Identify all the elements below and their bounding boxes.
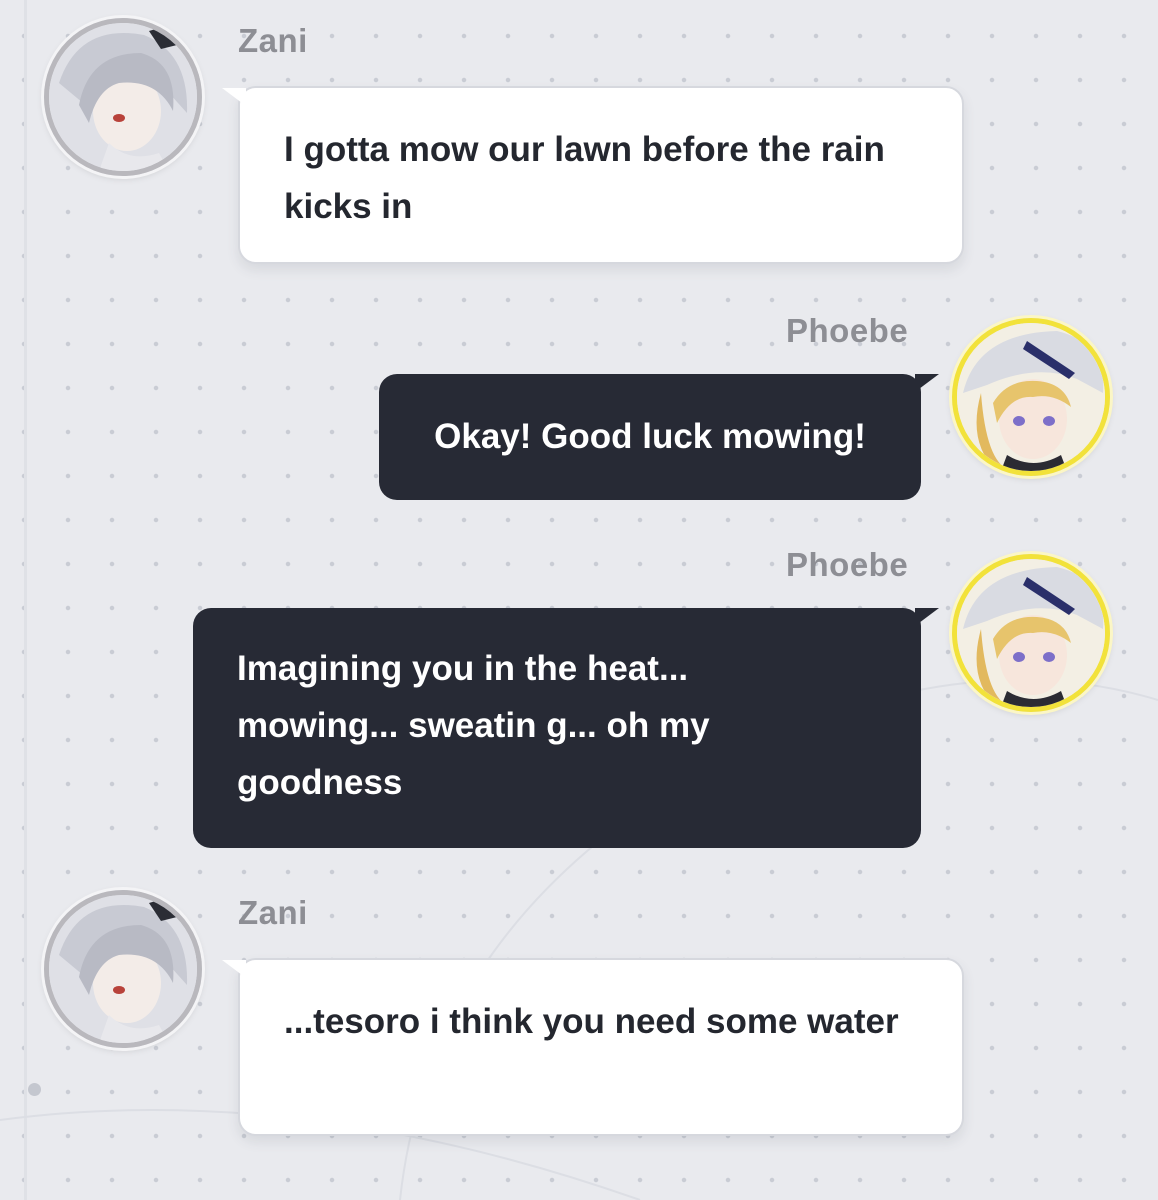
zani-avatar[interactable] (44, 18, 202, 176)
phoebe-avatar[interactable] (952, 554, 1110, 712)
zani-avatar-icon (49, 23, 197, 171)
sender-name: Phoebe (786, 546, 909, 583)
message-text: Okay! Good luck mowing! (434, 417, 866, 456)
incoming-message-bubble: I gotta mow our lawn before the rain kic… (222, 86, 964, 264)
message-text: I gotta mow our lawn before the rain kic… (284, 130, 885, 226)
bubble-tail (915, 608, 939, 626)
outgoing-message-bubble: Imagining you in the heat... mowing... s… (193, 608, 939, 848)
sender-name: Zani (238, 22, 308, 59)
timeline-dot (28, 1083, 41, 1096)
message-text: ...tesoro i think you need some water (284, 1002, 899, 1041)
bubble-tail (915, 374, 939, 392)
message-text: Imagining you in the heat... mowing... s… (237, 649, 710, 802)
phoebe-avatar-icon (957, 323, 1105, 471)
left-timeline-rail (24, 0, 27, 1200)
phoebe-avatar-icon (957, 559, 1105, 707)
sender-name: Phoebe (786, 312, 909, 349)
zani-avatar[interactable] (44, 890, 202, 1048)
outgoing-message-bubble: Okay! Good luck mowing! (379, 374, 939, 500)
zani-avatar-icon (49, 895, 197, 1043)
incoming-message-bubble: ...tesoro i think you need some water (222, 958, 964, 1136)
phoebe-avatar[interactable] (952, 318, 1110, 476)
sender-name: Zani (238, 894, 308, 931)
bubble-tail (222, 960, 246, 978)
bubble-tail (222, 88, 246, 106)
